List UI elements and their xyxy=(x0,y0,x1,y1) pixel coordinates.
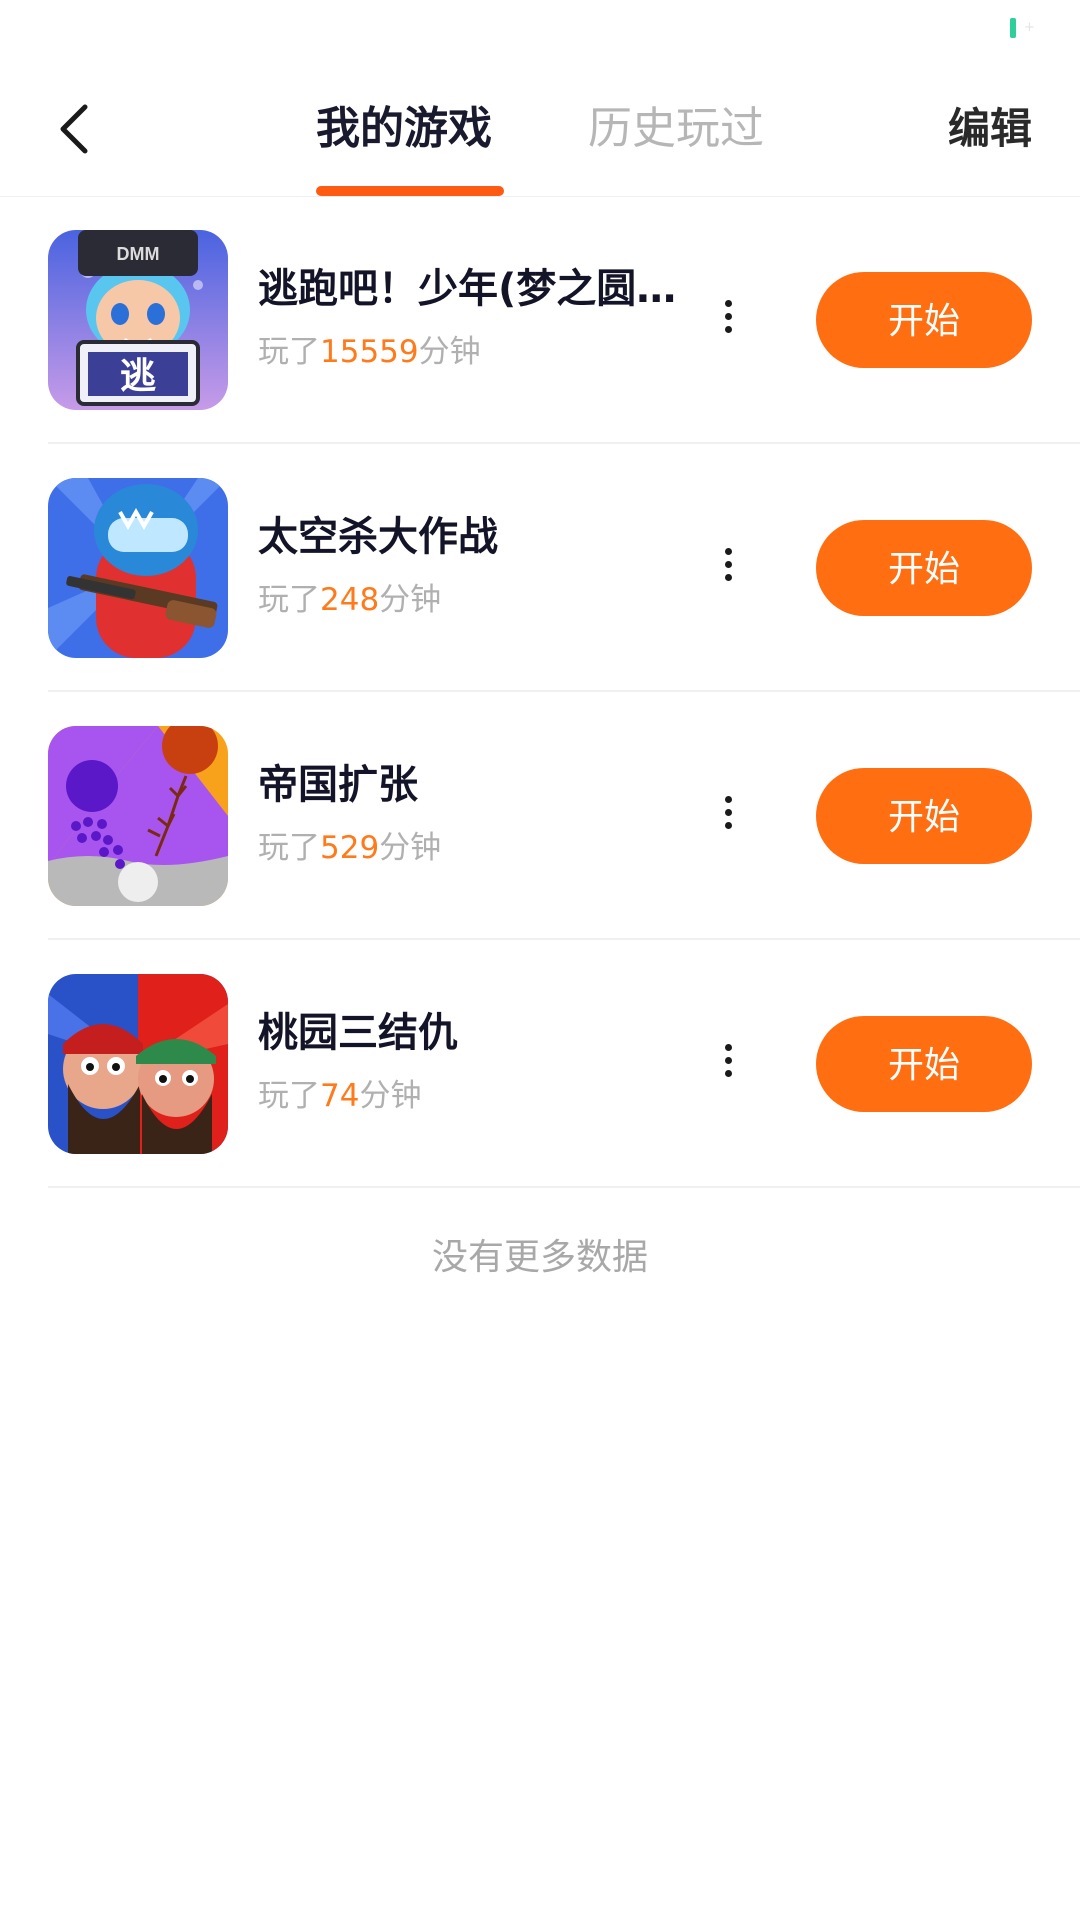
game-row[interactable]: 太空杀大作战 玩了248分钟 开始 xyxy=(48,444,1080,692)
game-playtime: 玩了15559分钟 xyxy=(258,334,481,370)
no-more-data-text: 没有更多数据 xyxy=(431,1237,648,1278)
start-button[interactable]: 开始 xyxy=(816,768,1032,864)
game-row[interactable]: 桃园三结仇 玩了74分钟 开始 xyxy=(48,940,1080,1188)
game-icon-peach-garden[interactable] xyxy=(48,974,228,1154)
tab-history-played[interactable]: 历史玩过 xyxy=(588,94,764,164)
sign-text: 逃 xyxy=(120,356,156,397)
game-title: 逃跑吧！少年(梦之圆... xyxy=(258,266,678,312)
more-options-icon[interactable] xyxy=(708,524,748,604)
tab-active-indicator xyxy=(316,186,504,196)
more-options-icon[interactable] xyxy=(708,276,748,356)
cap-text: DMM xyxy=(117,244,160,264)
game-list: DMM 逃 逃跑吧！少年(梦之圆... 玩了15559分钟 开始 太空杀大作战 … xyxy=(0,196,1080,1188)
game-icon-empire-expand[interactable] xyxy=(48,726,228,906)
back-button[interactable] xyxy=(38,94,108,164)
tab-my-games[interactable]: 我的游戏 xyxy=(316,94,492,164)
game-title: 桃园三结仇 xyxy=(258,1010,458,1056)
game-icon-escape[interactable]: DMM 逃 xyxy=(48,230,228,410)
game-playtime: 玩了529分钟 xyxy=(258,830,442,866)
battery-icon: + xyxy=(1010,18,1035,38)
game-icon-space-kill[interactable] xyxy=(48,478,228,658)
game-playtime: 玩了74分钟 xyxy=(258,1078,422,1114)
game-title: 帝国扩张 xyxy=(258,762,418,808)
game-title: 太空杀大作战 xyxy=(258,514,498,560)
start-button[interactable]: 开始 xyxy=(816,272,1032,368)
edit-button[interactable]: 编辑 xyxy=(948,94,1032,164)
chevron-left-icon xyxy=(60,104,88,154)
start-button[interactable]: 开始 xyxy=(816,1016,1032,1112)
status-bar: + xyxy=(0,0,1080,54)
game-row[interactable]: DMM 逃 逃跑吧！少年(梦之圆... 玩了15559分钟 开始 xyxy=(48,196,1080,444)
game-row[interactable]: 帝国扩张 玩了529分钟 开始 xyxy=(48,692,1080,940)
start-button[interactable]: 开始 xyxy=(816,520,1032,616)
more-options-icon[interactable] xyxy=(708,1020,748,1100)
game-playtime: 玩了248分钟 xyxy=(258,582,442,618)
header: 我的游戏 历史玩过 编辑 xyxy=(0,64,1080,197)
more-options-icon[interactable] xyxy=(708,772,748,852)
